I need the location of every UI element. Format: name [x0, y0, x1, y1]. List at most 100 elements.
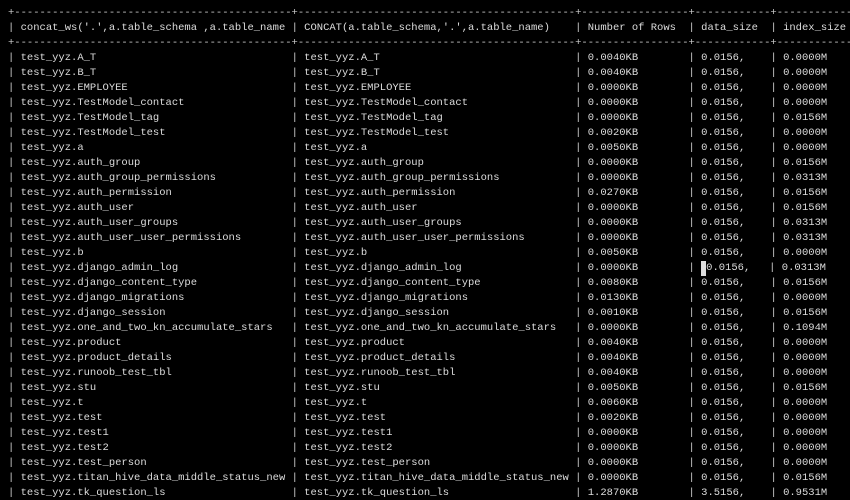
cell-c4: 0.0000M — [783, 51, 850, 66]
cell-c1: test_yyz.test — [304, 411, 569, 426]
cell-c1: test_yyz.test1 — [304, 426, 569, 441]
cell-c1: test_yyz.django_session — [304, 306, 569, 321]
cell-c4: 0.0000M — [783, 126, 850, 141]
cell-c2: 0.0000KB — [588, 216, 683, 231]
cell-c3: 0.0156, — [701, 396, 764, 411]
cell-c0: test_yyz.titan_hive_data_middle_status_n… — [21, 471, 286, 486]
cell-c0: test_yyz.test2 — [21, 441, 286, 456]
cell-c3: 0.0156, — [701, 111, 764, 126]
cell-c0: test_yyz.auth_user_groups — [21, 216, 286, 231]
cell-c4: 0.0000M — [783, 66, 850, 81]
cell-c2: 0.0000KB — [588, 231, 683, 246]
cell-c2: 0.0040KB — [588, 351, 683, 366]
table-row: | test_yyz.product_details | test_yyz.pr… — [8, 351, 842, 366]
cell-c1: test_yyz.EMPLOYEE — [304, 81, 569, 96]
table-row: | test_yyz.product | test_yyz.product | … — [8, 336, 842, 351]
cell-c1: test_yyz.auth_group_permissions — [304, 171, 569, 186]
cell-c2: 0.0130KB — [588, 291, 683, 306]
cell-c2: 0.0020KB — [588, 411, 683, 426]
cell-c2: 0.0000KB — [588, 201, 683, 216]
col-header-c0: concat_ws('.',a.table_schema ,a.table_na… — [21, 21, 286, 36]
cell-c0: test_yyz.auth_group_permissions — [21, 171, 286, 186]
cell-c1: test_yyz.django_migrations — [304, 291, 569, 306]
cell-c3: 0.0156, — [701, 51, 764, 66]
cell-c3: 0.0156, — [701, 471, 764, 486]
cell-c3: 0.0156, — [701, 381, 764, 396]
col-header-c2: Number of Rows — [588, 21, 683, 36]
table-row: | test_yyz.stu | test_yyz.stu | 0.0050KB… — [8, 381, 842, 396]
cell-c3: 0.0156, — [701, 246, 764, 261]
table-row: | test_yyz.auth_user | test_yyz.auth_use… — [8, 201, 842, 216]
cell-c1: test_yyz.titan_hive_data_middle_status_n… — [304, 471, 569, 486]
cell-c1: test_yyz.test2 — [304, 441, 569, 456]
cell-c1: test_yyz.B_T — [304, 66, 569, 81]
cell-c2: 0.0000KB — [588, 171, 683, 186]
cell-c3: 0.0156, — [701, 216, 764, 231]
cell-c4: 0.0313M — [783, 231, 850, 246]
cell-c1: test_yyz.tk_question_ls — [304, 486, 569, 500]
cell-c1: test_yyz.django_content_type — [304, 276, 569, 291]
cell-c1: test_yyz.auth_user_user_permissions — [304, 231, 569, 246]
cell-c0: test_yyz.t — [21, 396, 286, 411]
cell-c0: test_yyz.auth_user_user_permissions — [21, 231, 286, 246]
header-row: | concat_ws('.',a.table_schema ,a.table_… — [8, 21, 842, 36]
table-body: | test_yyz.A_T | test_yyz.A_T | 0.0040KB… — [8, 51, 842, 500]
cell-c0: test_yyz.test_person — [21, 456, 286, 471]
cell-c2: 0.0000KB — [588, 441, 683, 456]
cell-c2: 0.0000KB — [588, 456, 683, 471]
cell-c4: 0.0156M — [783, 471, 850, 486]
cell-c1: test_yyz.product — [304, 336, 569, 351]
table-row: | test_yyz.django_migrations | test_yyz.… — [8, 291, 842, 306]
cell-c1: test_yyz.TestModel_test — [304, 126, 569, 141]
cell-c0: test_yyz.runoob_test_tbl — [21, 366, 286, 381]
cell-c4: 0.0313M — [782, 261, 850, 276]
cell-c2: 0.0050KB — [588, 141, 683, 156]
cell-c0: test_yyz.product_details — [21, 351, 286, 366]
cell-c4: 0.0000M — [783, 96, 850, 111]
cell-c3: 0.0156, — [701, 126, 764, 141]
cell-c3: 0.0156, — [701, 171, 764, 186]
cell-c3: 0.0156, — [701, 321, 764, 336]
cell-c4: 0.0000M — [783, 441, 850, 456]
cell-c4: 0.0156M — [783, 201, 850, 216]
col-header-c1: CONCAT(a.table_schema,'.',a.table_name) — [304, 21, 569, 36]
cell-c4: 0.0156M — [783, 381, 850, 396]
cell-c0: test_yyz.B_T — [21, 66, 286, 81]
cell-c2: 0.0080KB — [588, 276, 683, 291]
cell-c3: 0.0156, — [701, 351, 764, 366]
cell-c3: 0.0156, — [701, 336, 764, 351]
table-row: | test_yyz.runoob_test_tbl | test_yyz.ru… — [8, 366, 842, 381]
cell-c3: 3.5156, — [701, 486, 764, 500]
cell-c3: 0.0156, — [701, 156, 764, 171]
table-row: | test_yyz.A_T | test_yyz.A_T | 0.0040KB… — [8, 51, 842, 66]
table-row: | test_yyz.test1 | test_yyz.test1 | 0.00… — [8, 426, 842, 441]
cell-c1: test_yyz.auth_permission — [304, 186, 569, 201]
cell-c3: 0.0156, — [701, 66, 764, 81]
table-row: | test_yyz.TestModel_tag | test_yyz.Test… — [8, 111, 842, 126]
table-row: | test_yyz.t | test_yyz.t | 0.0060KB | 0… — [8, 396, 842, 411]
table-row: | test_yyz.titan_hive_data_middle_status… — [8, 471, 842, 486]
cell-c4: 0.0000M — [783, 426, 850, 441]
cell-c0: test_yyz.auth_group — [21, 156, 286, 171]
cell-c3: 0.0156, — [701, 426, 764, 441]
cell-c1: test_yyz.one_and_two_kn_accumulate_stars — [304, 321, 569, 336]
cell-c3: 0.0156, — [701, 81, 764, 96]
table-row: | test_yyz.TestModel_contact | test_yyz.… — [8, 96, 842, 111]
cell-c1: test_yyz.runoob_test_tbl — [304, 366, 569, 381]
cell-c0: test_yyz.django_admin_log — [21, 261, 286, 276]
table-row: | test_yyz.test_person | test_yyz.test_p… — [8, 456, 842, 471]
cell-c0: test_yyz.stu — [21, 381, 286, 396]
cell-c4: 0.0000M — [783, 336, 850, 351]
cell-c4: 0.0000M — [783, 411, 850, 426]
cell-c2: 0.0040KB — [588, 336, 683, 351]
cell-c4: 0.0000M — [783, 396, 850, 411]
cell-c2: 0.0040KB — [588, 51, 683, 66]
table-row: | test_yyz.B_T | test_yyz.B_T | 0.0040KB… — [8, 66, 842, 81]
cell-c0: test_yyz.A_T — [21, 51, 286, 66]
cell-c0: test_yyz.product — [21, 336, 286, 351]
cell-c3: 0.0156, — [701, 276, 764, 291]
cell-c2: 0.0000KB — [588, 156, 683, 171]
cell-c0: test_yyz.tk_question_ls — [21, 486, 286, 500]
cell-c2: 0.0010KB — [588, 306, 683, 321]
cell-c1: test_yyz.auth_user — [304, 201, 569, 216]
